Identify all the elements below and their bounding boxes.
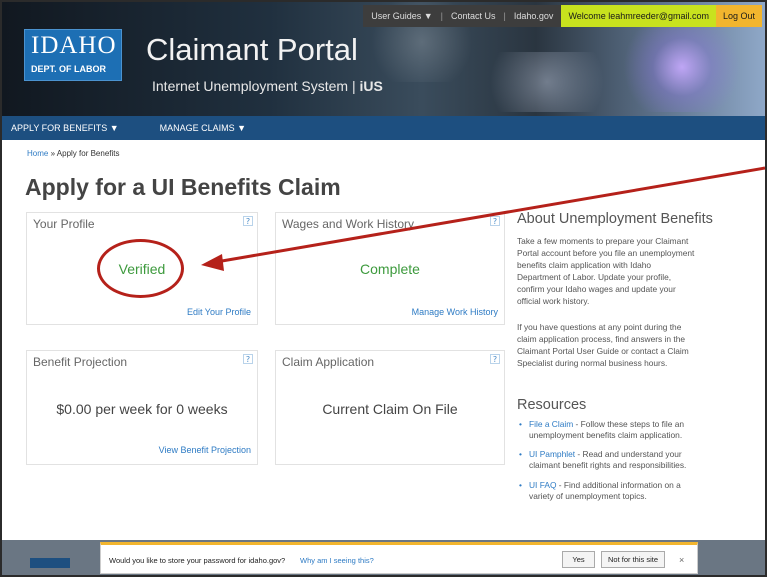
about-paragraph-1: Take a few moments to prepare your Claim…: [517, 235, 749, 307]
help-icon[interactable]: ?: [243, 354, 253, 364]
top-utility-nav: User Guides ▼ | Contact Us | Idaho.gov W…: [363, 5, 762, 27]
about-p1-line: confirm your Idaho wages and update your: [517, 284, 676, 294]
close-icon[interactable]: ×: [679, 555, 684, 565]
save-password-yes-button[interactable]: Yes: [562, 551, 595, 568]
about-heading: About Unemployment Benefits: [517, 211, 713, 227]
save-password-bar: Would you like to store your password fo…: [100, 542, 698, 574]
footer-logo: [30, 558, 70, 568]
about-p1-line: benefits claim application with Idaho: [517, 260, 652, 270]
projection-status: $0.00 per week for 0 weeks: [56, 401, 228, 417]
breadcrumb-separator: »: [48, 149, 57, 158]
about-p1-line: Department of Labor. Update your profile…: [517, 272, 672, 282]
breadcrumb-home-link[interactable]: Home: [27, 149, 48, 158]
about-p1-line: Take a few moments to prepare your Claim…: [517, 236, 689, 246]
bullet-icon: •: [519, 480, 522, 490]
breadcrumb: Home » Apply for Benefits: [27, 149, 120, 158]
resource-desc: - Read and understand your: [575, 449, 682, 459]
logo-small-text: DEPT. OF LABOR: [31, 64, 107, 74]
resource-desc: unemployment benefits claim application.: [529, 430, 683, 440]
wages-card-title: Wages and Work History: [282, 217, 415, 231]
user-guides-link[interactable]: User Guides ▼: [363, 5, 441, 27]
resources-heading: Resources: [517, 397, 587, 413]
claim-application-card: Claim Application ? Current Claim On Fil…: [275, 350, 505, 465]
banner-photo-highlight: [472, 52, 622, 112]
about-p2-line: If you have questions at any point durin…: [517, 322, 682, 332]
help-icon[interactable]: ?: [490, 216, 500, 226]
ui-pamphlet-link[interactable]: UI Pamphlet: [529, 449, 575, 459]
nav-manage-claims[interactable]: MANAGE CLAIMS ▼: [160, 123, 246, 133]
claim-card-title: Claim Application: [282, 355, 375, 369]
about-p2-line: Claimant Portal User Guide or contact a …: [517, 346, 689, 356]
about-p1-line: Portal account before you file an unempl…: [517, 248, 695, 258]
resource-desc: claimant benefit rights and responsibili…: [529, 460, 687, 470]
resource-desc: - Find additional information on a: [556, 480, 681, 490]
view-benefit-projection-link[interactable]: View Benefit Projection: [159, 445, 251, 455]
not-for-this-site-button[interactable]: Not for this site: [601, 551, 665, 568]
main-nav: APPLY FOR BENEFITS ▼ MANAGE CLAIMS ▼: [2, 116, 765, 140]
save-password-message: Would you like to store your password fo…: [109, 556, 286, 565]
annotation-red-circle: [97, 239, 184, 298]
resource-item: • File a Claim - Follow these steps to f…: [519, 419, 747, 441]
resource-desc: variety of unemployment topics.: [529, 491, 647, 501]
bullet-icon: •: [519, 449, 522, 459]
help-icon[interactable]: ?: [490, 354, 500, 364]
logo-big-text: IDAHO: [31, 32, 117, 59]
welcome-user-badge: Welcome leahmreeder@gmail.com: [561, 5, 716, 27]
manage-work-history-link[interactable]: Manage Work History: [412, 307, 498, 317]
resource-item: • UI Pamphlet - Read and understand your…: [519, 449, 747, 471]
idaho-dol-logo[interactable]: IDAHO DEPT. OF LABOR: [24, 29, 122, 81]
edit-profile-link[interactable]: Edit Your Profile: [187, 307, 251, 317]
header-banner: IDAHO DEPT. OF LABOR Claimant Portal Int…: [2, 2, 765, 116]
help-icon[interactable]: ?: [243, 216, 253, 226]
contact-us-link[interactable]: Contact Us: [443, 5, 504, 27]
profile-card-title: Your Profile: [33, 217, 95, 231]
nav-apply-for-benefits[interactable]: APPLY FOR BENEFITS ▼: [11, 123, 119, 133]
about-p2-line: Specialist during normal business hours.: [517, 358, 668, 368]
idaho-gov-link[interactable]: Idaho.gov: [505, 5, 562, 27]
projection-card-title: Benefit Projection: [33, 355, 128, 369]
wages-status: Complete: [360, 261, 420, 277]
resource-desc: - Follow these steps to file an: [573, 419, 685, 429]
welding-spark-image: [612, 22, 752, 112]
why-am-i-seeing-this-link[interactable]: Why am I seeing this?: [300, 556, 374, 565]
ius-logo-mark: iUS: [359, 78, 383, 94]
about-paragraph-2: If you have questions at any point durin…: [517, 321, 749, 369]
claim-status: Current Claim On File: [322, 401, 458, 417]
about-p2-line: claim application process, find answers …: [517, 334, 686, 344]
breadcrumb-current: Apply for Benefits: [56, 149, 120, 158]
portal-subtitle-text: Internet Unemployment System |: [152, 78, 356, 94]
wages-card: Wages and Work History ? Complete Manage…: [275, 212, 505, 325]
portal-subtitle: Internet Unemployment System | iUS: [152, 78, 383, 94]
log-out-button[interactable]: Log Out: [715, 5, 762, 27]
page-title: Apply for a UI Benefits Claim: [25, 174, 341, 200]
file-a-claim-link[interactable]: File a Claim: [529, 419, 573, 429]
portal-title: Claimant Portal: [146, 32, 358, 67]
resource-item: • UI FAQ - Find additional information o…: [519, 480, 747, 502]
benefit-projection-card: Benefit Projection ? $0.00 per week for …: [26, 350, 258, 465]
bullet-icon: •: [519, 419, 522, 429]
about-p1-line: official work history.: [517, 296, 590, 306]
ui-faq-link[interactable]: UI FAQ: [529, 480, 556, 490]
